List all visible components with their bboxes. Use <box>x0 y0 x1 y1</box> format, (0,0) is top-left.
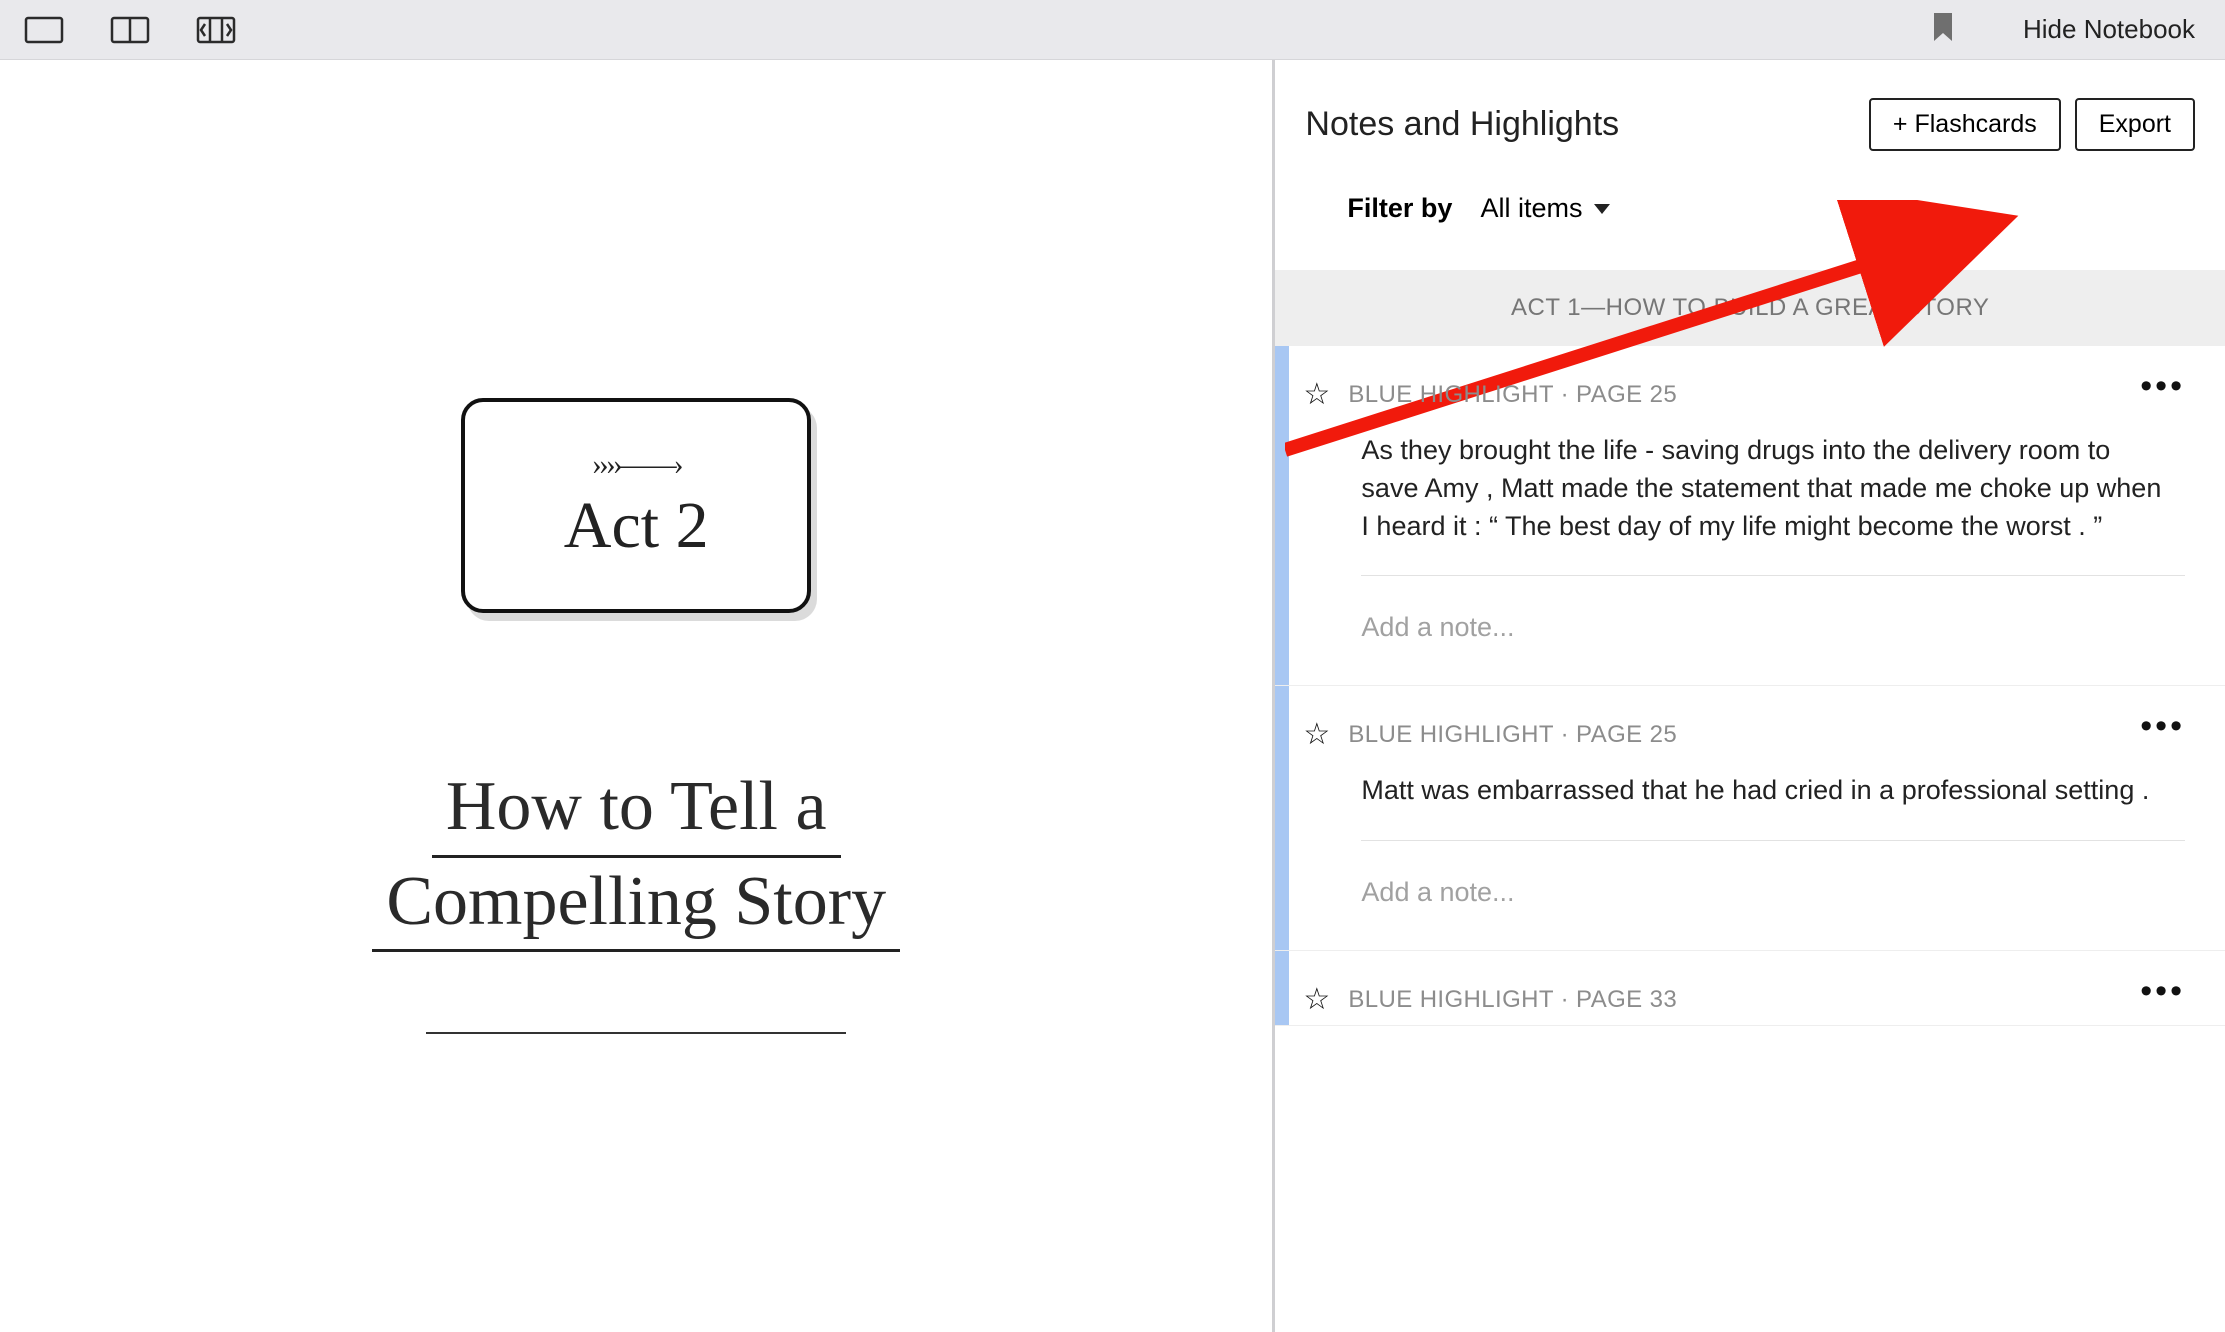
chapter-subtitle: How to Tell a Compelling Story <box>372 763 900 1034</box>
toolbar-left-group <box>20 13 240 47</box>
export-button[interactable]: Export <box>2075 98 2195 151</box>
fit-screen-icon[interactable] <box>192 13 240 47</box>
highlight-color-bar <box>1275 686 1289 950</box>
hide-notebook-button[interactable]: Hide Notebook <box>2013 10 2205 49</box>
highlight-meta: BLUE HIGHLIGHT · PAGE 25 <box>1348 721 1677 749</box>
highlight-color-bar <box>1275 951 1289 1025</box>
filter-label: Filter by <box>1347 193 1452 224</box>
reader-pane: ››››——› Act 2 How to Tell a Compelling S… <box>0 60 1272 1332</box>
add-note-input[interactable]: Add a note... <box>1303 576 2185 685</box>
filter-bar: Filter by All items <box>1305 151 2195 270</box>
filter-dropdown[interactable]: All items <box>1480 193 1610 224</box>
star-icon[interactable]: ☆ <box>1303 380 1330 410</box>
toolbar-right-group: Hide Notebook <box>1931 10 2205 49</box>
highlight-meta: BLUE HIGHLIGHT · PAGE 25 <box>1348 381 1677 409</box>
main-split: ››››——› Act 2 How to Tell a Compelling S… <box>0 60 2225 1332</box>
flashcards-button[interactable]: + Flashcards <box>1869 98 2061 151</box>
highlight-list: ☆ BLUE HIGHLIGHT · PAGE 25 ••• As they b… <box>1275 346 2225 1332</box>
highlight-item: ☆ BLUE HIGHLIGHT · PAGE 25 ••• Matt was … <box>1275 686 2225 951</box>
more-options-icon[interactable]: ••• <box>2140 380 2185 394</box>
top-toolbar: Hide Notebook <box>0 0 2225 60</box>
section-header: ACT 1—HOW TO BUILD A GREAT STORY <box>1275 270 2225 346</box>
more-options-icon[interactable]: ••• <box>2140 985 2185 999</box>
highlight-text: As they brought the life - saving drugs … <box>1303 410 2185 575</box>
subtitle-rule <box>426 1032 846 1034</box>
act-title: Act 2 <box>564 488 709 564</box>
chevron-down-icon <box>1594 204 1610 214</box>
bookmark-icon[interactable] <box>1931 11 1955 48</box>
highlight-item: ☆ BLUE HIGHLIGHT · PAGE 25 ••• As they b… <box>1275 346 2225 686</box>
subtitle-line-1: How to Tell a <box>432 763 841 858</box>
notebook-pane: Notes and Highlights + Flashcards Export… <box>1272 60 2225 1332</box>
act-card: ››››——› Act 2 <box>461 398 811 613</box>
highlight-color-bar <box>1275 346 1289 685</box>
highlight-item: ☆ BLUE HIGHLIGHT · PAGE 33 ••• <box>1275 951 2225 1026</box>
single-page-view-icon[interactable] <box>20 13 68 47</box>
filter-value: All items <box>1480 193 1582 224</box>
subtitle-line-2: Compelling Story <box>372 858 900 953</box>
highlight-text: Matt was embarrassed that he had cried i… <box>1303 750 2185 840</box>
highlight-meta: BLUE HIGHLIGHT · PAGE 33 <box>1348 986 1677 1014</box>
star-icon[interactable]: ☆ <box>1303 720 1330 750</box>
page-content: ››››——› Act 2 How to Tell a Compelling S… <box>356 358 916 1034</box>
notebook-title: Notes and Highlights <box>1305 105 1619 144</box>
two-page-view-icon[interactable] <box>106 13 154 47</box>
notebook-header: Notes and Highlights + Flashcards Export… <box>1275 60 2225 270</box>
notebook-header-buttons: + Flashcards Export <box>1869 98 2195 151</box>
decorative-arrow-icon: ››››——› <box>592 448 681 482</box>
add-note-input[interactable]: Add a note... <box>1303 841 2185 950</box>
star-icon[interactable]: ☆ <box>1303 985 1330 1015</box>
more-options-icon[interactable]: ••• <box>2140 720 2185 734</box>
